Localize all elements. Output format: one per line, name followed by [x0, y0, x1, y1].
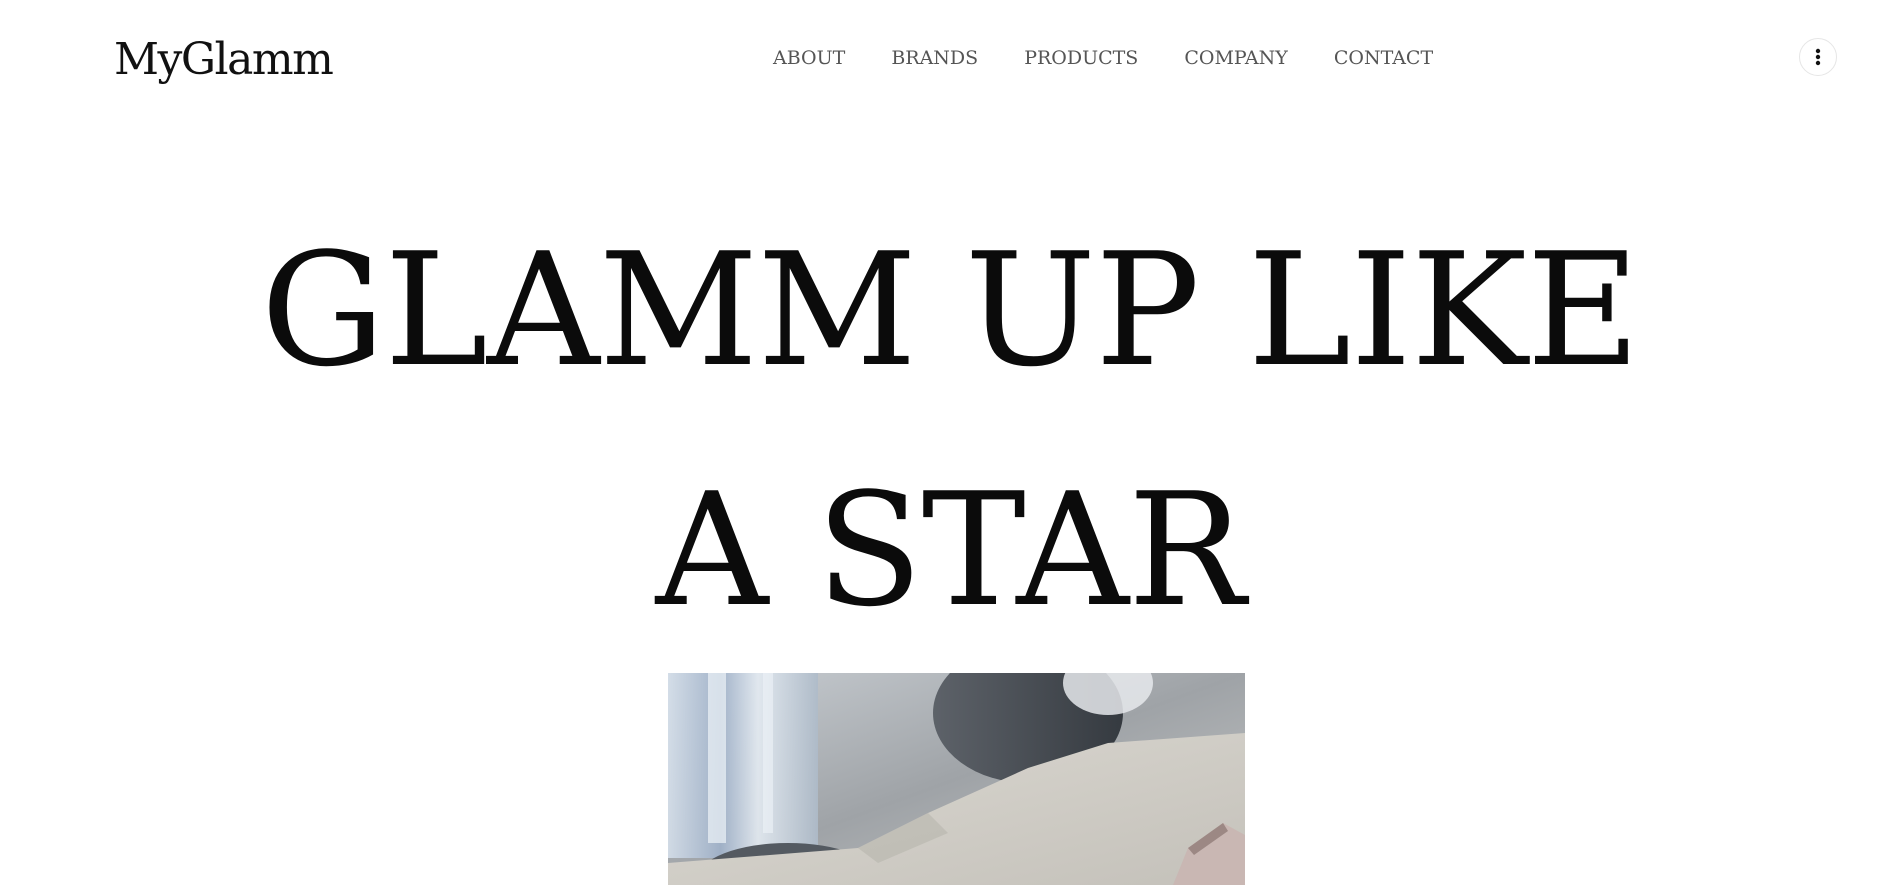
hero-title-line-2: A STAR — [655, 459, 1246, 641]
nav-item-brands[interactable]: BRANDS — [891, 44, 978, 72]
main-nav: ABOUT BRANDS PRODUCTS COMPANY CONTACT — [773, 44, 1433, 72]
nav-item-company[interactable]: COMPANY — [1184, 44, 1288, 72]
hero-title: GLAMM UP LIKE A STAR — [0, 190, 1900, 670]
hero-product-image — [668, 673, 1245, 885]
nav-item-about[interactable]: ABOUT — [773, 44, 845, 72]
more-menu-button[interactable] — [1799, 38, 1837, 76]
site-header: MyGlamm ABOUT BRANDS PRODUCTS COMPANY CO… — [0, 0, 1900, 115]
nav-item-contact[interactable]: CONTACT — [1334, 44, 1433, 72]
more-vertical-icon — [1815, 48, 1821, 66]
hero-title-line-1: GLAMM UP LIKE — [260, 219, 1641, 401]
logo[interactable]: MyGlamm — [114, 30, 334, 90]
nav-item-products[interactable]: PRODUCTS — [1024, 44, 1138, 72]
